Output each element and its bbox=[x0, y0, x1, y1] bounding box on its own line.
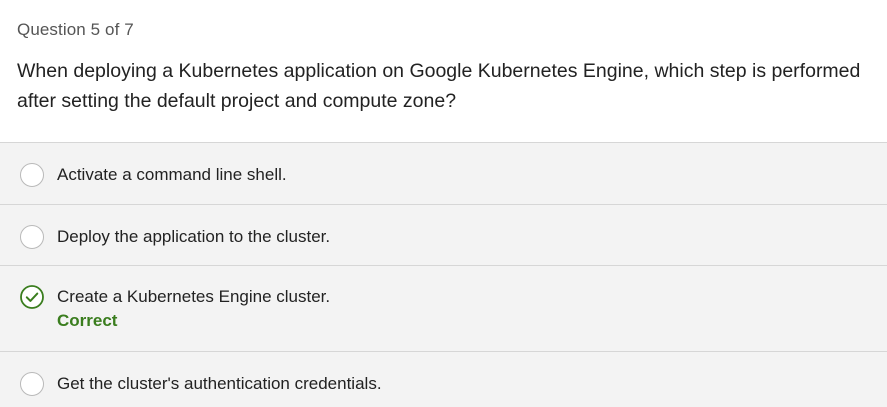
radio-button-icon[interactable] bbox=[20, 225, 44, 249]
check-circle-icon bbox=[20, 285, 44, 309]
answer-option-label: Create a Kubernetes Engine cluster. bbox=[57, 287, 331, 306]
radio-button-icon[interactable] bbox=[20, 372, 44, 396]
answer-option-1[interactable]: Activate a command line shell. bbox=[0, 142, 887, 204]
answer-option-4[interactable]: Get the cluster's authentication credent… bbox=[0, 351, 887, 407]
correct-feedback: Correct bbox=[57, 311, 118, 330]
answer-option-2[interactable]: Deploy the application to the cluster. bbox=[0, 204, 887, 265]
question-counter: Question 5 of 7 bbox=[17, 20, 134, 39]
question-text: When deploying a Kubernetes application … bbox=[17, 60, 861, 112]
radio-button-icon[interactable] bbox=[20, 163, 44, 187]
question-header: Question 5 of 7 When deploying a Kuberne… bbox=[0, 0, 887, 142]
answer-options: Activate a command line shell. Deploy th… bbox=[0, 142, 887, 407]
answer-option-label: Activate a command line shell. bbox=[57, 165, 287, 184]
answer-option-label: Deploy the application to the cluster. bbox=[57, 227, 331, 246]
answer-option-3-selected-correct[interactable]: Create a Kubernetes Engine cluster. Corr… bbox=[0, 265, 887, 351]
answer-option-label: Get the cluster's authentication credent… bbox=[57, 374, 382, 393]
